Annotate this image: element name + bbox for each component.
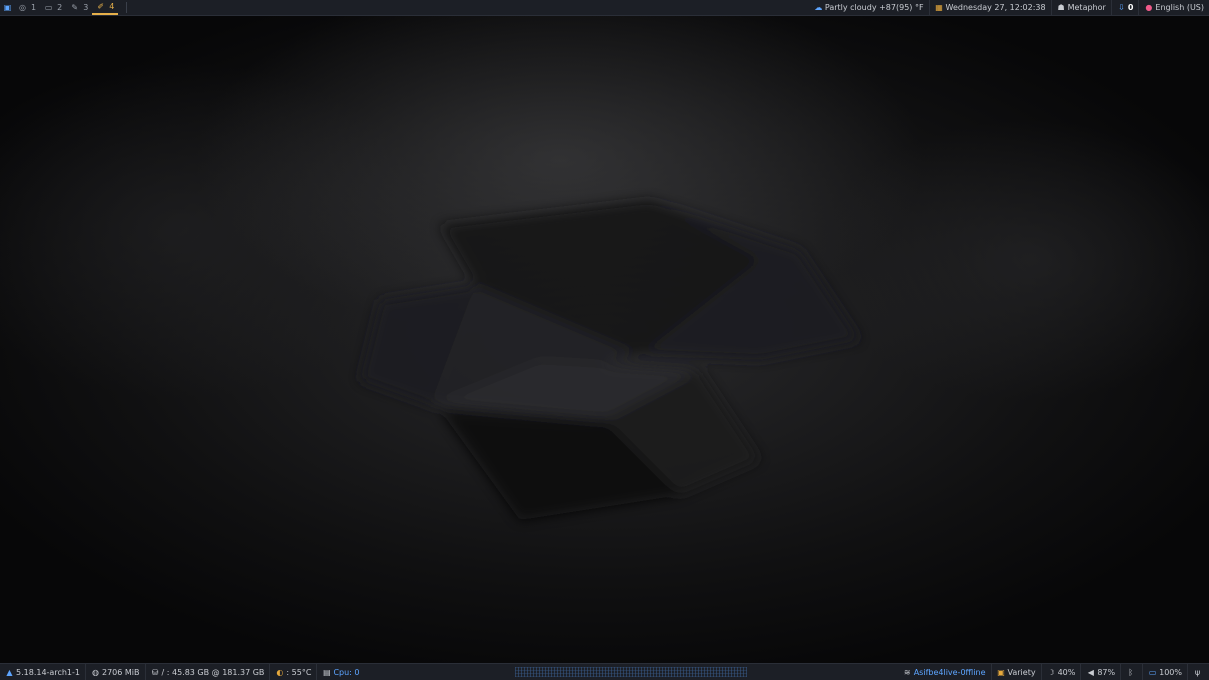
bluetooth-icon: ᛒ [1128, 667, 1134, 677]
user-icon: ☗ [1057, 3, 1065, 12]
workspace-1-label: 1 [31, 3, 37, 12]
wallpaper-app: Variety [1007, 667, 1036, 677]
clock-text: Wednesday 27, 12:02:38 [945, 3, 1046, 12]
workspace-2-label: 2 [57, 3, 63, 12]
memory-usage: 2706 MiB [101, 667, 140, 677]
image-icon: ▣ [997, 667, 1005, 677]
volume-value: 87% [1097, 667, 1116, 677]
antenna-icon: ψ [1194, 667, 1201, 677]
folder-icon: ▭ [44, 3, 53, 12]
system-info-left: ▲ 5.18.14-arch1-1 ◍ 2706 MiB ⛁ / : 45.83… [0, 664, 365, 680]
wallpaper-polygon-art [360, 200, 860, 520]
wallpaper-widget[interactable]: ▣ Variety [990, 664, 1041, 680]
memory-widget[interactable]: ◍ 2706 MiB [84, 664, 145, 680]
bottom-panel: ▲ 5.18.14-arch1-1 ◍ 2706 MiB ⛁ / : 45.83… [0, 663, 1209, 680]
disk-usage: / : 45.83 GB @ 181.37 GB [161, 667, 265, 677]
cpu-widget[interactable]: ▤ Cpu: 0 [316, 664, 364, 680]
brush-icon: ✐ [97, 2, 105, 11]
keyboard-layout-widget[interactable]: ● English (US) [1138, 0, 1209, 15]
temperature-value: : 55°C [286, 667, 312, 677]
separator [126, 2, 128, 13]
temperature-widget[interactable]: ◐ : 55°C [269, 664, 316, 680]
weather-widget[interactable]: ☁ Partly cloudy +87(95) °F [809, 0, 929, 15]
brightness-value: 40% [1057, 667, 1076, 677]
user-widget[interactable]: ☗ Metaphor [1050, 0, 1111, 15]
wifi-icon: ≋ [903, 667, 911, 677]
battery-widget[interactable]: ▭ 100% [1142, 664, 1187, 680]
speaker-icon: ◀ [1087, 667, 1094, 677]
workspace-3-label: 3 [83, 3, 89, 12]
clock-widget[interactable]: ▦ Wednesday 27, 12:02:38 [928, 0, 1051, 15]
workspace-4-label: 4 [109, 2, 115, 11]
kernel-version: 5.18.14-arch1-1 [16, 667, 80, 677]
download-icon: ⇩ [1117, 3, 1125, 12]
arch-logo-icon: ▲ [6, 667, 13, 677]
desktop: ▣ ◎ 1 ▭ 2 ✎ 3 ✐ 4 ☁ Partly cloudy +87(95… [0, 0, 1209, 680]
weather-icon: ☁ [814, 3, 823, 12]
disk-widget[interactable]: ⛁ / : 45.83 GB @ 181.37 GB [144, 664, 270, 680]
thermometer-icon: ◐ [276, 667, 284, 677]
moon-icon: ☽ [1047, 667, 1055, 677]
weather-text: Partly cloudy +87(95) °F [824, 3, 924, 12]
system-info-right: ≋ Asifbe4live-0ffline ▣ Variety ☽ 40% ◀ … [898, 664, 1209, 680]
taskbar-visualizer [515, 667, 748, 677]
cpu-usage: Cpu: 0 [333, 667, 360, 677]
tray-widget[interactable]: ψ [1187, 664, 1209, 680]
battery-value: 100% [1159, 667, 1182, 677]
kernel-widget: ▲ 5.18.14-arch1-1 [0, 664, 85, 680]
flag-icon: ● [1145, 3, 1153, 12]
status-area: ☁ Partly cloudy +87(95) °F ▦ Wednesday 2… [809, 0, 1209, 15]
bluetooth-widget[interactable]: ᛒ [1120, 664, 1142, 680]
workspace-4[interactable]: ✐ 4 [92, 0, 119, 15]
workspace-2[interactable]: ▭ 2 [40, 0, 66, 15]
browser-icon: ◎ [19, 3, 26, 12]
workspace-3[interactable]: ✎ 3 [66, 0, 92, 15]
battery-icon: ▭ [1148, 667, 1157, 677]
updates-widget[interactable]: ⇩ 0 [1110, 0, 1139, 15]
disk-icon: ⛁ [151, 667, 159, 677]
arch-menu-icon[interactable]: ▣ [3, 3, 12, 12]
keyboard-layout: English (US) [1155, 3, 1204, 12]
volume-widget[interactable]: ◀ 87% [1080, 664, 1120, 680]
top-panel: ▣ ◎ 1 ▭ 2 ✎ 3 ✐ 4 ☁ Partly cloudy +87(95… [0, 0, 1209, 16]
memory-icon: ◍ [91, 667, 99, 677]
pen-icon: ✎ [71, 3, 79, 12]
network-name: Asifbe4live-0ffline [913, 667, 986, 677]
cpu-icon: ▤ [323, 667, 331, 677]
workspace-switcher: ▣ ◎ 1 ▭ 2 ✎ 3 ✐ 4 [0, 0, 128, 15]
workspace-1[interactable]: ◎ 1 [14, 0, 40, 15]
updates-count: 0 [1127, 3, 1134, 12]
brightness-widget[interactable]: ☽ 40% [1040, 664, 1081, 680]
network-widget[interactable]: ≋ Asifbe4live-0ffline [898, 664, 991, 680]
user-name: Metaphor [1067, 3, 1106, 12]
calendar-icon: ▦ [935, 3, 943, 12]
